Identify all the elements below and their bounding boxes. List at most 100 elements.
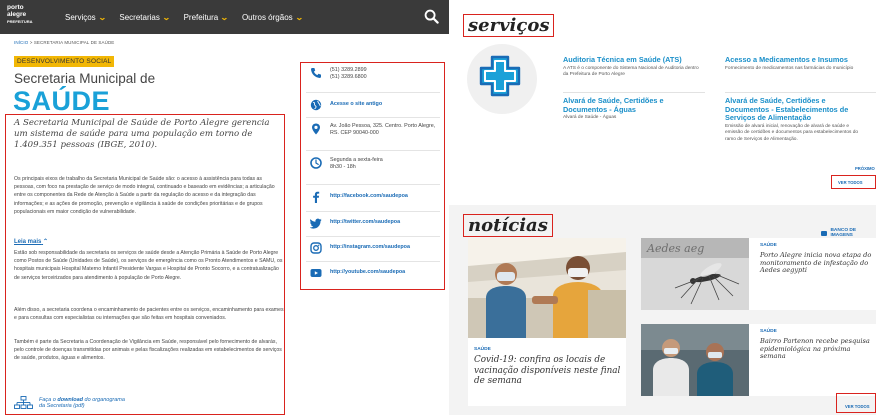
divider — [306, 150, 440, 151]
service-description: Fornecimento de medicamentos nas farmáci… — [725, 65, 854, 71]
page-title: SAÚDE — [13, 86, 111, 116]
read-more-label: Leia mais — [14, 239, 42, 245]
opening-hours: Segunda a sexta-feira 8h30 - 18h — [330, 157, 383, 171]
logo-line: PREFEITURA — [7, 19, 33, 24]
contact-youtube[interactable]: http://youtube.com/saudepoa — [310, 267, 405, 279]
chevron-up-icon: ⌃ — [43, 239, 49, 245]
contact-twitter[interactable]: http://twitter.com/saudepoa — [310, 217, 400, 229]
nav-label: Serviços — [65, 12, 96, 22]
news-image-health-workers[interactable] — [641, 324, 749, 396]
servicos-noticias-panel: serviços Auditoria Técnica em Saúde (ATS… — [449, 0, 876, 415]
paragraph: Os principais eixos de trabalho da Secre… — [14, 176, 275, 215]
service-card[interactable]: Auditoria Técnica em Saúde (ATS) A ATS é… — [563, 55, 705, 79]
breadcrumb: INÍCIO > SECRETARIA MUNICIPAL DE SAÚDE — [14, 40, 114, 45]
divider — [306, 117, 440, 118]
search-icon[interactable] — [424, 9, 439, 24]
highlight-box-contact — [300, 62, 445, 290]
top-navigation: porto alegre PREFEITURA Serviços ⌄ Secre… — [0, 0, 449, 34]
paragraph: Além disso, a secretaria coordena o enca… — [14, 307, 284, 322]
secretaria-page: porto alegre PREFEITURA Serviços ⌄ Secre… — [0, 0, 449, 415]
org-chart-icon — [14, 396, 33, 409]
nav-secretarias[interactable]: Secretarias ⌄ — [119, 12, 171, 22]
instagram-link[interactable]: http://instagram.com/saudepoa — [330, 244, 410, 251]
breadcrumb-home[interactable]: INÍCIO — [14, 40, 28, 45]
news-title[interactable]: Covid-19: confira os locais de vacinação… — [474, 355, 622, 387]
prefeitura-logo[interactable]: porto alegre PREFEITURA — [7, 4, 51, 30]
divider — [306, 261, 440, 262]
camera-icon — [821, 230, 828, 236]
breadcrumb-current: SECRETARIA MUNICIPAL DE SAÚDE — [33, 40, 115, 45]
location-pin-icon — [312, 123, 320, 135]
news-category: SAÚDE — [760, 329, 777, 334]
divider — [725, 92, 876, 93]
category-tag[interactable]: DESENVOLVIMENTO SOCIAL — [14, 56, 115, 67]
servicos-title: serviços — [463, 14, 555, 37]
divider — [306, 184, 440, 185]
nav-label: Secretarias — [119, 12, 160, 22]
facebook-link[interactable]: http://facebook.com/saudepoa — [330, 193, 408, 200]
service-description: Emissão de alvará inicial, renovação de … — [725, 123, 859, 142]
intro-text: A Secretaria Municipal de Saúde de Porto… — [14, 118, 270, 150]
news-title[interactable]: Bairro Partenon recebe pesquisa epidemio… — [760, 337, 874, 361]
divider — [306, 236, 440, 237]
news-image-vaccination[interactable] — [468, 238, 626, 338]
contact-instagram[interactable]: http://instagram.com/saudepoa — [310, 242, 410, 254]
facebook-icon — [313, 191, 320, 203]
read-more-link[interactable]: Leia mais ⌃ — [14, 238, 48, 245]
service-title: Alvará de Saúde, Certidões e Documentos … — [563, 96, 664, 114]
youtube-icon — [310, 269, 322, 277]
divider — [306, 211, 440, 212]
contact-hours: Segunda a sexta-feira 8h30 - 18h — [310, 157, 383, 171]
divider — [563, 92, 705, 93]
contact-facebook[interactable]: http://facebook.com/saudepoa — [310, 191, 408, 203]
old-site-link[interactable]: Acesse o site antigo — [330, 101, 382, 108]
org-text-bold: download — [57, 396, 84, 403]
contact-phone[interactable]: (51) 3289.2899 (51) 3289.6800 — [310, 67, 367, 81]
globe-icon — [310, 99, 322, 111]
chevron-down-icon: ⌄ — [294, 12, 304, 22]
service-card[interactable]: Acesso a Medicamentos e Insumos Fornecim… — [725, 55, 867, 72]
logo-line: alegre — [7, 11, 27, 18]
nav-prefeitura[interactable]: Prefeitura ⌄ — [183, 12, 229, 22]
service-card[interactable]: Alvará de Saúde, Certidões e Documentos … — [725, 96, 867, 143]
phone-numbers: (51) 3289.2899 (51) 3289.6800 — [330, 67, 367, 81]
logo-line: porto — [7, 4, 24, 11]
youtube-link[interactable]: http://youtube.com/saudepoa — [330, 269, 405, 276]
breadcrumb-separator: > — [29, 40, 33, 45]
see-all-services-button[interactable]: VER TODOS — [831, 175, 876, 189]
divider — [306, 92, 440, 93]
news-image-mosquito[interactable]: Aedes aeg — [641, 238, 749, 310]
twitter-icon — [310, 218, 322, 229]
nav-outros-orgaos[interactable]: Outros órgãos ⌄ — [241, 12, 304, 22]
org-chart-text: Faça o download do organograma da Secret… — [39, 397, 125, 410]
service-description: Alvará de Saúde - Águas — [563, 115, 617, 121]
noticias-title: notícias — [463, 214, 553, 237]
clock-icon — [310, 157, 322, 169]
news-category: SAÚDE — [760, 243, 777, 248]
chevron-down-icon: ⌄ — [97, 12, 107, 22]
paragraph: Também é parte da Secretaria a Coordenaç… — [14, 339, 282, 362]
nav-label: Prefeitura — [183, 12, 219, 22]
image-bank-link[interactable]: BANCO DE IMAGENS — [821, 228, 876, 238]
news-title[interactable]: Porto Alegre inicia nova etapa do monito… — [760, 251, 874, 275]
contact-address[interactable]: Av. João Pessoa, 325. Centro. Porto Aleg… — [310, 123, 435, 137]
next-link[interactable]: PRÓXIMO — [855, 166, 875, 171]
phone-icon — [311, 68, 321, 78]
address-line: Av. João Pessoa, 325. Centro. Porto Aleg… — [330, 123, 436, 129]
org-chart-download[interactable]: Faça o download do organograma da Secret… — [14, 396, 125, 410]
nav-servicos[interactable]: Serviços ⌄ — [65, 12, 107, 22]
service-title: Acesso a Medicamentos e Insumos — [725, 55, 848, 64]
contact-old-site[interactable]: Acesse o site antigo — [310, 99, 382, 111]
org-text-suffix: do organograma — [83, 396, 125, 403]
svg-text:Aedes aeg: Aedes aeg — [646, 242, 704, 255]
nav-label: Outros órgãos — [241, 12, 293, 22]
service-card[interactable]: Alvará de Saúde, Certidões e Documentos … — [563, 96, 705, 122]
department-prefix: Secretaria Municipal de — [14, 71, 156, 86]
instagram-icon — [310, 242, 322, 254]
see-all-news-button[interactable]: VER TODOS — [836, 393, 876, 413]
chevron-down-icon: ⌄ — [161, 12, 171, 22]
service-description: A ATS é o componente do Sistema Nacional… — [563, 65, 699, 78]
chevron-down-icon: ⌄ — [220, 12, 229, 22]
address: Av. João Pessoa, 325. Centro. Porto Aleg… — [330, 123, 435, 137]
twitter-link[interactable]: http://twitter.com/saudepoa — [330, 219, 400, 226]
